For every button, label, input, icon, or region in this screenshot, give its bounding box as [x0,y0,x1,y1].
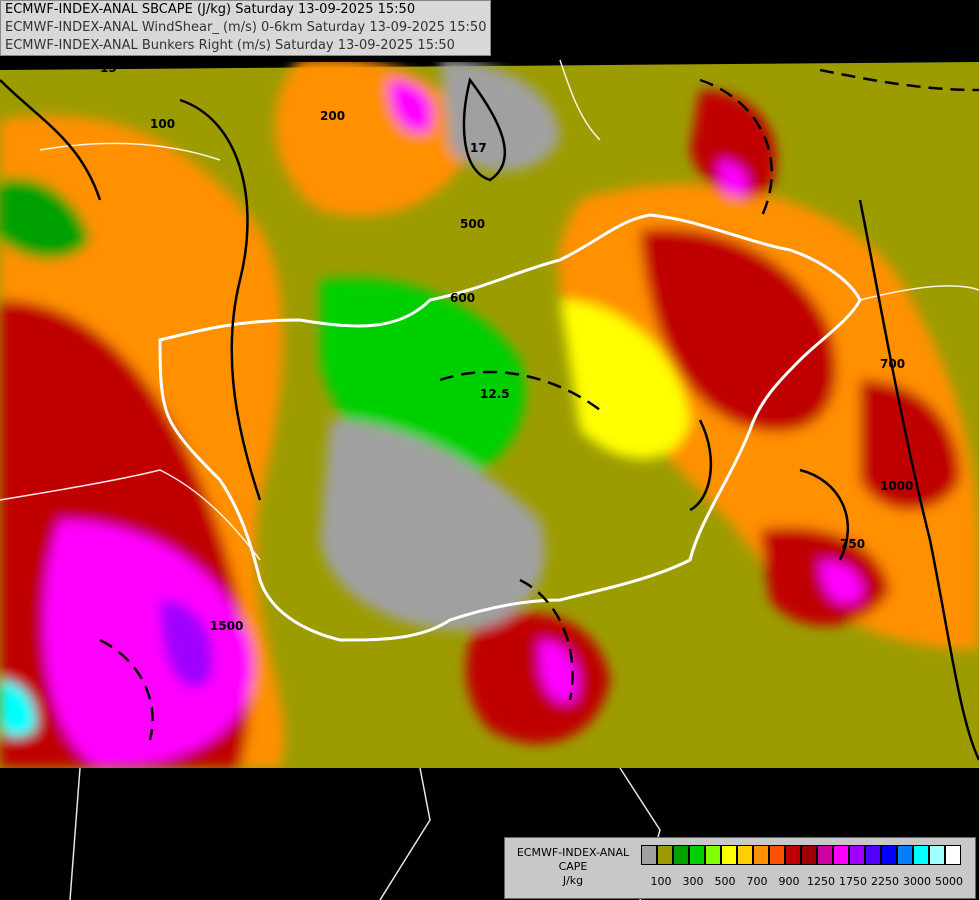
legend-title-model: ECMWF-INDEX-ANAL [516,846,630,859]
contour-label: 600 [450,291,475,305]
legend-swatch [881,845,897,865]
legend-tick-label: 3000 [903,875,931,888]
legend-swatch [913,845,929,865]
legend-title-unit: J/kg [562,874,584,887]
contour-label: 12.5 [480,387,510,401]
legend-swatch [737,845,753,865]
legend-swatch [785,845,801,865]
legend-tick-label: 1250 [807,875,835,888]
legend-swatch [769,845,785,865]
legend-tick-label: 100 [650,875,672,888]
legend-swatches [641,845,961,865]
legend-tick-label: 1750 [839,875,867,888]
legend-swatch [721,845,737,865]
cape-map: 15 100 200 500 600 12.5 17 700 1500 750 1000 [0,0,979,900]
contour-label: 200 [320,109,345,123]
contour-label: 15 [100,61,117,75]
legend-tick-label: 500 [714,875,736,888]
legend-swatch [849,845,865,865]
legend-swatch [833,845,849,865]
legend-swatch [865,845,881,865]
contour-label: 500 [460,217,485,231]
header-panel: ECMWF-INDEX-ANAL SBCAPE (J/kg) Saturday … [0,0,492,56]
contour-label: 700 [880,357,905,371]
contour-label: 750 [840,537,865,551]
header-line-sbcape: ECMWF-INDEX-ANAL SBCAPE (J/kg) Saturday … [5,2,416,17]
legend-swatch [929,845,945,865]
legend-tick-label: 2250 [871,875,899,888]
contour-label: 17 [470,141,487,155]
legend-swatch [657,845,673,865]
legend-swatch [801,845,817,865]
legend-tick-label: 700 [746,875,768,888]
cape-field [0,0,979,900]
legend-swatch [753,845,769,865]
legend-ticks: 100 300 500 700 900 1250 1750 2250 3000 5000 [641,875,971,889]
legend-swatch [817,845,833,865]
header-line-bunkers: ECMWF-INDEX-ANAL Bunkers Right (m/s) Sat… [5,38,455,53]
legend-swatch [689,845,705,865]
legend-tick-label: 300 [682,875,704,888]
header-line-windshear: ECMWF-INDEX-ANAL WindShear_ (m/s) 0-6km … [5,20,487,35]
legend-tick-label: 5000 [935,875,963,888]
legend-tick-label: 900 [778,875,800,888]
legend-swatch [673,845,689,865]
legend-title-param: CAPE [558,860,588,873]
contour-label: 100 [150,117,175,131]
contour-label: 1500 [210,619,243,633]
legend-swatch [641,845,657,865]
cape-legend: ECMWF-INDEX-ANAL CAPE J/kg 100 300 500 700 9… [504,837,976,899]
legend-title: ECMWF-INDEX-ANAL CAPE J/kg [509,846,637,888]
legend-swatch [705,845,721,865]
contour-label: 1000 [880,479,913,493]
legend-swatch [945,845,961,865]
legend-swatch [897,845,913,865]
